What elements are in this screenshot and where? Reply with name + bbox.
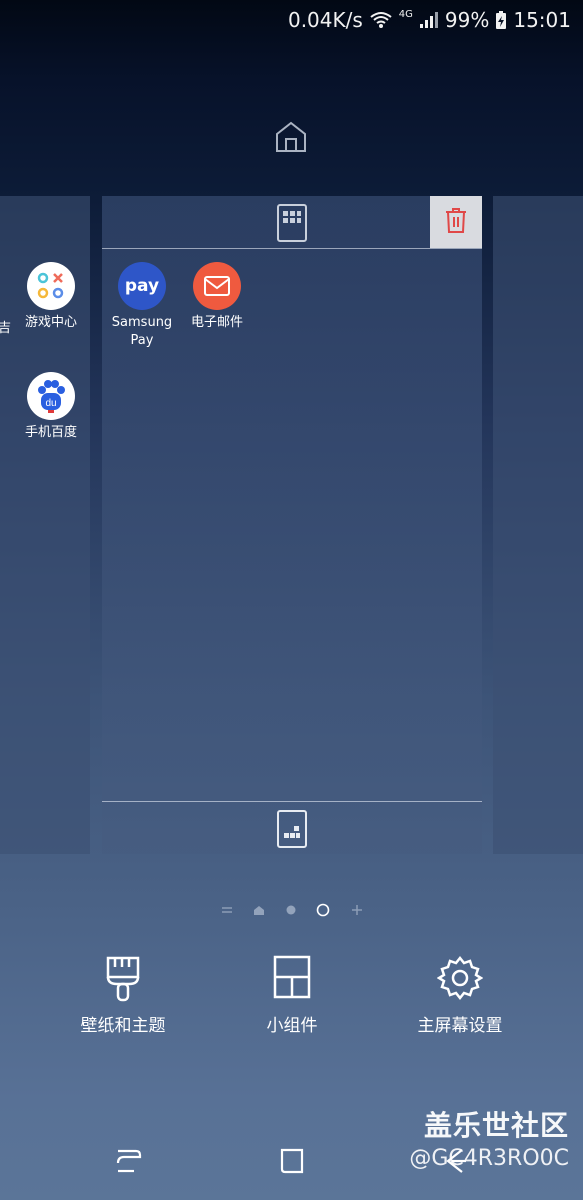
home-settings-button[interactable]: 主屏幕设置 [380,955,540,1036]
panel-header [102,196,482,249]
trash-icon [444,206,468,238]
recent-apps-icon[interactable] [114,1146,144,1180]
clock: 15:01 [513,8,571,32]
action-label: 小组件 [266,1016,318,1036]
wallpaper-themes-button[interactable]: 壁纸和主题 [43,955,203,1036]
app-game-center[interactable]: 游戏中心 [15,262,87,332]
wifi-icon [369,10,393,30]
page-dot-current[interactable] [313,900,333,920]
page-dot-home[interactable] [249,900,269,920]
dock-icon[interactable] [277,810,307,848]
status-bar: 0.04K/s 4G 99% 15:01 [0,0,583,40]
add-page-icon[interactable] [347,900,367,920]
battery-level: 99% [444,8,490,32]
delete-page-button[interactable] [430,196,482,248]
gear-icon [380,955,540,1005]
signal-icon [419,11,439,29]
app-label: Samsung Pay [111,315,173,348]
widgets-icon [212,955,372,1005]
home-page-panel-left[interactable]: 吉 游戏中心 du 手机百度 [0,196,90,854]
watermark-user: @GC4R3RO0C [409,1146,569,1171]
samsung-pay-icon: pay [118,262,166,310]
network-type: 4G [398,8,413,20]
watermark-title: 盖乐世社区 [423,1109,569,1142]
action-label: 壁纸和主题 [80,1016,166,1036]
home-page-panel-right[interactable] [493,196,583,854]
widgets-button[interactable]: 小组件 [212,955,372,1036]
paint-brush-icon [43,955,203,1005]
svg-text:du: du [45,398,56,409]
app-label: 手机百度 [24,425,77,440]
baidu-icon: du [27,372,75,420]
game-center-icon [27,262,75,310]
home-button-icon[interactable] [277,1146,307,1180]
app-samsung-pay[interactable]: pay Samsung Pay [106,262,178,350]
net-speed: 0.04K/s [287,8,363,32]
page-indicator [0,900,583,920]
cut-app-label: 吉 [0,321,12,336]
app-baidu[interactable]: du 手机百度 [15,372,87,442]
app-label: 电子邮件 [190,315,243,330]
app-label: 游戏中心 [24,315,77,330]
page-dot[interactable] [281,900,301,920]
home-page-panel-current[interactable]: pay Samsung Pay 电子邮件 [102,196,482,854]
email-icon [193,262,241,310]
status-icons: 0.04K/s 4G 99% 15:01 [288,6,571,34]
action-label: 主屏幕设置 [417,1016,503,1036]
battery-charging-icon [495,10,507,30]
home-page-icon[interactable] [274,120,308,154]
page-dot-menu[interactable] [217,900,237,920]
app-email[interactable]: 电子邮件 [181,262,253,332]
panel-dock [102,801,482,854]
apps-grid-icon[interactable] [277,204,307,242]
